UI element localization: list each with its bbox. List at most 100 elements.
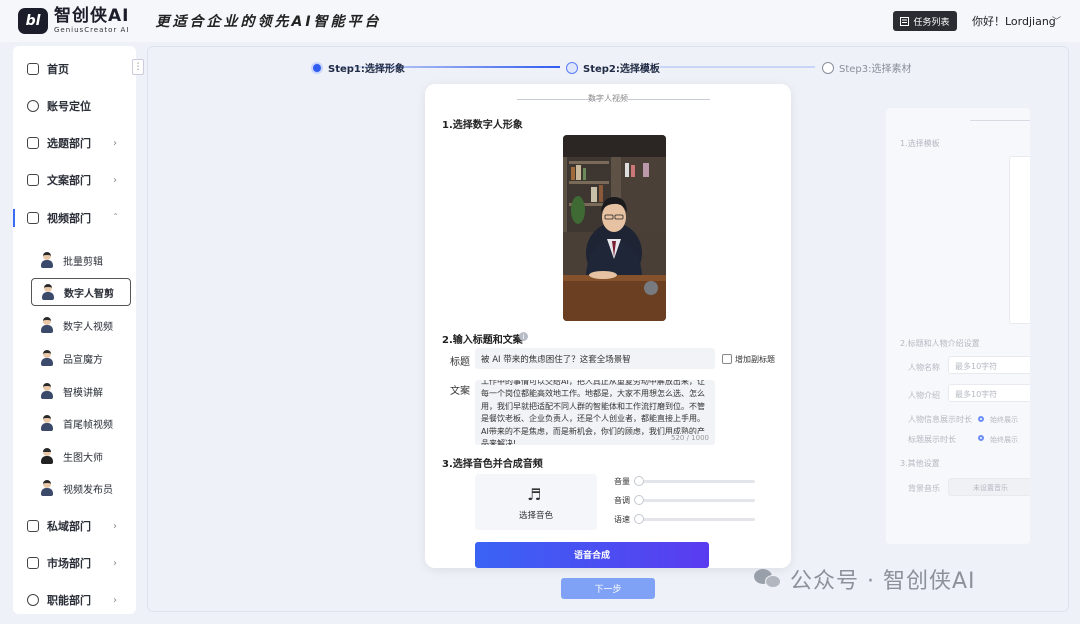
- subtitle-checkbox-label: 增加副标题: [735, 355, 775, 364]
- next-step-button[interactable]: 下一步: [561, 578, 655, 599]
- preview-section-title: 1.选择模板: [900, 139, 940, 148]
- sidebar-item-market[interactable]: 市场部门 ›: [13, 550, 136, 576]
- subitem-label: 品宣魔方: [63, 354, 103, 366]
- subtitle-checkbox[interactable]: [722, 354, 732, 364]
- info-icon[interactable]: i: [519, 332, 528, 341]
- avatar-icon: [40, 448, 54, 464]
- collapse-sidebar-button[interactable]: ⋮: [132, 59, 144, 75]
- target-icon: [27, 100, 39, 112]
- pitch-slider-handle[interactable]: [634, 495, 644, 505]
- field-label: 人物名称: [908, 363, 940, 372]
- logo[interactable]: bl 智创侠AI GeniusCreator AI: [18, 6, 129, 36]
- user-greeting[interactable]: 你好！Lordjiang: [972, 13, 1056, 29]
- document-icon: [27, 174, 39, 186]
- step-1[interactable]: Step1:选择形象: [311, 60, 405, 75]
- title-input[interactable]: 被 AI 带来的焦虑困住了？这套全场景智: [475, 348, 715, 369]
- avatar-icon: [40, 252, 54, 268]
- sidebar-item-home[interactable]: 首页: [13, 56, 136, 82]
- template-frame: [1009, 156, 1030, 324]
- wechat-icon: [754, 567, 782, 591]
- speed-slider-handle[interactable]: [634, 514, 644, 524]
- avatar-video-preview[interactable]: [563, 135, 666, 321]
- intro-input[interactable]: 最多10字符: [948, 384, 1030, 402]
- subitem-label: 视频发布员: [63, 484, 113, 496]
- music-select[interactable]: 未设置音乐: [948, 478, 1030, 496]
- choose-voice-button[interactable]: ♬ 选择音色: [475, 474, 597, 530]
- sidebar-item-label: 私域部门: [47, 520, 91, 533]
- presenter-image: [563, 135, 666, 321]
- subitem-smart-explain[interactable]: 智模讲解: [31, 377, 131, 405]
- pitch-label: 音调: [614, 496, 630, 505]
- subitem-frame-video[interactable]: 首尾帧视频: [31, 409, 131, 437]
- avatar-icon: [40, 350, 54, 366]
- sidebar-item-video[interactable]: 视频部门 ˆ: [13, 205, 136, 231]
- sidebar-item-label: 市场部门: [47, 557, 91, 570]
- subitem-digital-human-edit[interactable]: 数字人智剪: [31, 278, 131, 306]
- sidebar-item-copywriting[interactable]: 文案部门 ›: [13, 167, 136, 193]
- chevron-down-icon[interactable]: ﹀: [1052, 14, 1061, 27]
- task-list-button[interactable]: 任务列表: [893, 11, 957, 31]
- radio-button[interactable]: [978, 435, 984, 441]
- subitem-label: 首尾帧视频: [63, 419, 113, 431]
- step-pending-icon: [822, 61, 834, 74]
- chevron-right-icon: ›: [113, 137, 117, 149]
- preview-section-title: 2.标题和人物介绍设置: [900, 339, 980, 348]
- name-input[interactable]: 最多10字符: [948, 356, 1030, 374]
- synthesize-button[interactable]: 语音合成: [475, 542, 709, 568]
- chevron-right-icon: ›: [113, 594, 117, 606]
- divider: [970, 120, 1030, 121]
- field-label: 人物介绍: [908, 391, 940, 400]
- sidebar-item-account[interactable]: 账号定位: [13, 93, 136, 119]
- chevron-right-icon: ›: [113, 557, 117, 569]
- step-label: Step3:选择素材: [839, 64, 912, 75]
- sidebar-item-function[interactable]: 职能部门 ›: [13, 587, 136, 613]
- watermark-text: 公众号 · 智创侠AI: [790, 569, 976, 594]
- subitem-brand-cube[interactable]: 品宣魔方: [31, 344, 131, 372]
- volume-label: 音量: [614, 477, 630, 486]
- avatar-icon: [40, 383, 54, 399]
- volume-slider[interactable]: [635, 480, 755, 483]
- step-label: Step2:选择模板: [583, 64, 660, 75]
- speed-slider[interactable]: [635, 518, 755, 521]
- radio-label: 始终展示: [990, 416, 1018, 424]
- sidebar-item-label: 职能部门: [47, 594, 91, 607]
- subitem-batch-edit[interactable]: 批量剪辑: [31, 246, 131, 274]
- volume-slider-handle[interactable]: [634, 476, 644, 486]
- field-label: 标题展示时长: [908, 435, 956, 444]
- section-title-avatar: 1.选择数字人形象: [442, 120, 523, 131]
- pitch-slider[interactable]: [635, 499, 755, 502]
- sidebar-item-label: 视频部门: [47, 212, 91, 225]
- task-list-label: 任务列表: [913, 17, 950, 28]
- choose-voice-label: 选择音色: [518, 511, 553, 521]
- field-label: 人物信息展示时长: [908, 415, 972, 424]
- subitem-digital-human-video[interactable]: 数字人视频: [31, 311, 131, 339]
- subitem-video-publisher[interactable]: 视频发布员: [31, 474, 131, 502]
- copy-textarea[interactable]: 工作中的事情可以交给AI，把人真正从重复劳动中解放出来，让每一个岗位都能高效地工…: [475, 380, 715, 445]
- avatar-icon: [41, 284, 55, 300]
- home-icon: [27, 63, 39, 75]
- step-label: Step1:选择形象: [328, 64, 405, 75]
- digital-human-modal: 数字人视频 1.选择数字人形象 2.输入标题和文案 i 标题 被 AI 带来的焦…: [425, 84, 791, 568]
- avatar-icon: [40, 317, 54, 333]
- subitem-label: 生图大师: [63, 452, 103, 464]
- sidebar-item-label: 账号定位: [47, 100, 91, 113]
- radio-button[interactable]: [978, 416, 984, 422]
- section-title-voice: 3.选择音色并合成音频: [442, 459, 543, 470]
- step-2[interactable]: Step2:选择模板: [566, 60, 660, 75]
- sidebar: 首页 账号定位 选题部门 › 文案部门 › 视频部门 ˆ 批量剪辑 数字人智剪 …: [13, 46, 136, 614]
- sidebar-item-topic[interactable]: 选题部门 ›: [13, 130, 136, 156]
- step-3[interactable]: Step3:选择素材: [822, 60, 912, 75]
- watermark: 公众号 · 智创侠AI: [754, 563, 976, 595]
- step-current-icon: [566, 61, 578, 74]
- svg-text:i: i: [523, 333, 525, 341]
- subitem-label: 智模讲解: [63, 387, 103, 399]
- sidebar-item-private[interactable]: 私域部门 ›: [13, 513, 136, 539]
- chevron-right-icon: ›: [113, 174, 117, 186]
- template-preview-panel: 1.选择模板 2.标题和人物介绍设置 人物名称 最多10字符 人物介绍 最多10…: [886, 108, 1030, 544]
- subitem-image-master[interactable]: 生图大师: [31, 442, 131, 470]
- field-label: 背景音乐: [908, 484, 940, 493]
- logo-mark: bl: [18, 8, 48, 34]
- char-count: 520 / 1000: [667, 434, 709, 442]
- chevron-right-icon: ›: [113, 520, 117, 532]
- avatar-icon: [40, 415, 54, 431]
